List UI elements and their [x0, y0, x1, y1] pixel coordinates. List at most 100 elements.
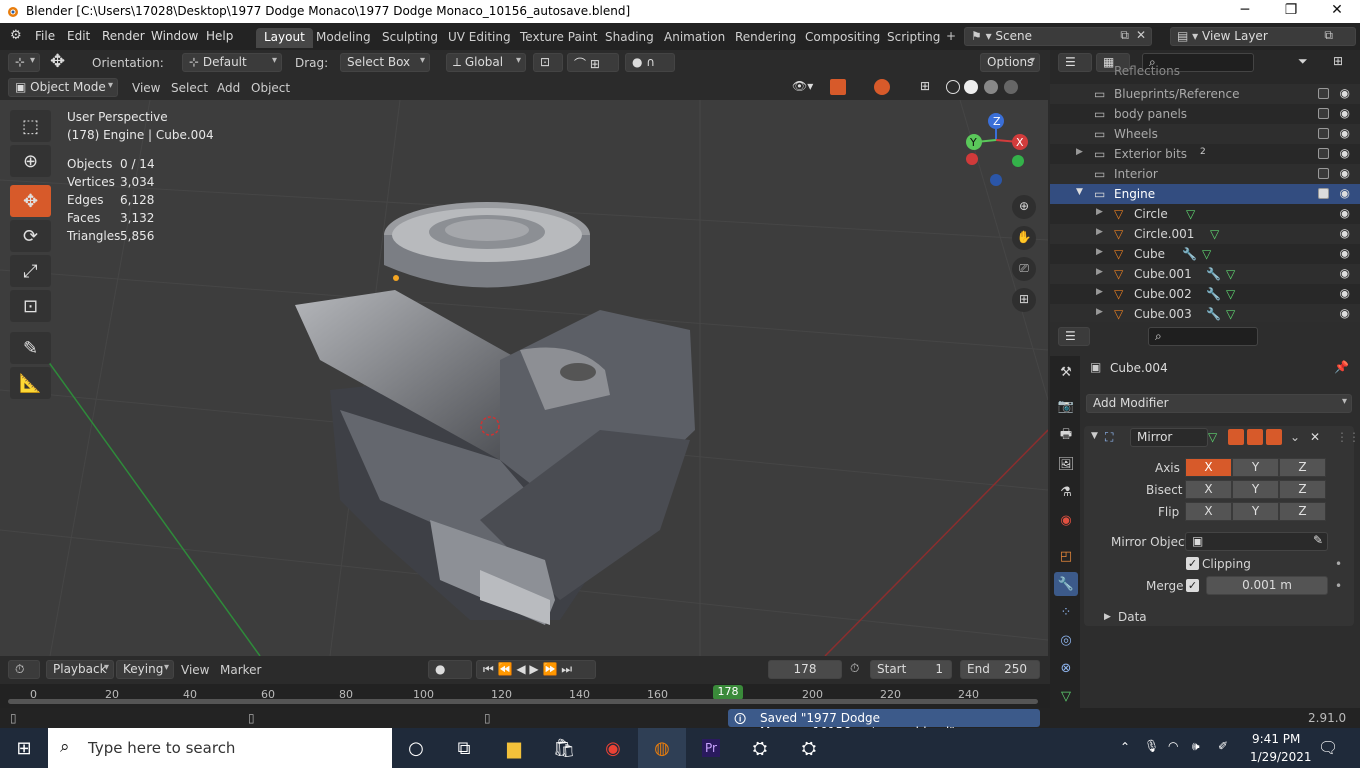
material-shading-icon[interactable] [984, 80, 998, 94]
maximize-button[interactable]: ❐ [1268, 0, 1314, 23]
data-tab-icon[interactable]: ▽ [1054, 684, 1078, 708]
properties-search-input[interactable]: ⌕ [1148, 327, 1258, 346]
zoom-icon[interactable]: ⊕ [1012, 195, 1036, 219]
visibility-checkbox[interactable] [1318, 148, 1329, 159]
modifier-tab-icon[interactable]: 🔧 [1054, 572, 1078, 596]
stopwatch-icon[interactable]: ⏱ [850, 661, 859, 676]
overlay-toggle-icon[interactable] [874, 79, 890, 95]
eye-icon[interactable]: ◉ [1340, 126, 1350, 140]
cursor-tool-icon[interactable]: ⊕ [10, 145, 51, 177]
viewport-menu-object[interactable]: Object [251, 81, 290, 95]
scale-tool-icon[interactable]: ⤢ [10, 255, 51, 287]
tab-sculpting[interactable]: Sculpting [374, 28, 446, 48]
current-frame-marker[interactable]: 178 [713, 685, 743, 700]
pen-icon[interactable]: ✐ [1218, 739, 1228, 753]
bisect-y-toggle[interactable]: Y [1232, 480, 1279, 499]
eye-icon[interactable]: ◉ [1340, 166, 1350, 180]
transform-tool-icon[interactable]: ⊡ [10, 290, 51, 322]
clipping-checkbox[interactable]: ✓ [1186, 557, 1199, 570]
visibility-checkbox[interactable] [1318, 168, 1329, 179]
outliner-row[interactable]: ▶ ▽ Cube 🔧 ▽ ◉ [1050, 244, 1360, 264]
merge-checkbox[interactable]: ✓ [1186, 579, 1199, 592]
gizmo-toggle-icon[interactable] [830, 79, 846, 95]
menu-window[interactable]: Window [151, 29, 198, 43]
outliner-row[interactable]: ▶ ▽ Circle ▽ ◉ [1050, 204, 1360, 224]
expand-arrow-icon[interactable]: ▶ [1096, 207, 1103, 217]
scene-tab-icon[interactable]: ⚗ [1054, 480, 1078, 504]
outliner-row[interactable]: ▶ ▽ Cube.001 🔧 ▽ ◉ [1050, 264, 1360, 284]
add-workspace-button[interactable]: + [946, 29, 956, 43]
measure-tool-icon[interactable]: 📐 [10, 367, 51, 399]
blender-taskbar-icon[interactable]: ◍ [638, 728, 686, 768]
eye-icon[interactable]: ◉ [1340, 286, 1350, 300]
pin-icon[interactable]: 📌 [1334, 360, 1349, 374]
outliner-row[interactable]: ▶ ▭ Exterior bits 2 ◉ [1050, 144, 1360, 164]
playback-buttons-icon[interactable]: ⏮ ⏪ ◀ ▶ ⏩ ⏭ [483, 662, 572, 676]
properties-editor-type-dropdown[interactable]: ☰ [1058, 327, 1090, 346]
expand-data-icon[interactable]: ▶ [1104, 612, 1111, 622]
chrome-icon[interactable]: ◉ [589, 728, 637, 768]
viewport-menu-select[interactable]: Select [171, 81, 208, 95]
cage-toggle-icon[interactable] [1228, 429, 1244, 445]
viewport-menu-view[interactable]: View [132, 81, 160, 95]
keyframe-dot-icon[interactable]: • [1335, 579, 1342, 593]
annotate-tool-icon[interactable]: ✎ [10, 332, 51, 364]
outliner-row[interactable]: ▶ ▽ Circle.001 ▽ ◉ [1050, 224, 1360, 244]
orientation-dropdown[interactable]: ⊹ Default ▾ [182, 53, 282, 72]
outliner-row[interactable]: ▭ Interior ◉ [1050, 164, 1360, 184]
view-layer-selector[interactable]: ▤ ▾ View Layer ⧉ [1170, 27, 1356, 46]
tray-chevron-icon[interactable]: ⌃ [1120, 740, 1130, 754]
eye-icon[interactable]: ◉ [1340, 226, 1350, 240]
physics-tab-icon[interactable]: ◎ [1054, 628, 1078, 652]
task-view-icon[interactable]: ⧉ [440, 728, 488, 768]
visibility-checkbox[interactable] [1318, 88, 1329, 99]
microphone-icon[interactable]: 🎙 [1144, 739, 1159, 753]
visibility-checkbox[interactable] [1318, 108, 1329, 119]
select-box-tool-icon[interactable]: ⬚ [10, 110, 51, 142]
grid-view-icon[interactable]: ⊞ [1012, 288, 1036, 312]
tab-scripting[interactable]: Scripting [879, 28, 948, 48]
current-frame-field[interactable]: 178 [768, 660, 842, 679]
steam-icon-2[interactable]: ⛭ [785, 728, 833, 768]
outliner-row[interactable]: Reflections [1050, 64, 1360, 78]
axis-y-toggle[interactable]: Y [1232, 458, 1279, 477]
eye-icon[interactable]: ◉ [1340, 106, 1350, 120]
premiere-icon[interactable]: Pr [687, 728, 735, 768]
remove-modifier-icon[interactable]: ✕ [1310, 430, 1320, 444]
eye-icon[interactable]: ◉ [1340, 86, 1350, 100]
collapse-modifier-icon[interactable]: ▼ [1091, 431, 1098, 441]
tool-mode-dropdown[interactable]: ⊹ ▾ [8, 53, 40, 72]
options-dropdown[interactable]: Options ▾ [980, 53, 1040, 72]
timeline-scrollbar[interactable] [8, 699, 1038, 704]
eye-icon[interactable]: ◉ [1340, 206, 1350, 220]
xray-icon[interactable]: ⊞ [920, 79, 930, 93]
new-view-layer-icon[interactable]: ⧉ [1324, 28, 1333, 43]
modifier-dropdown-icon[interactable]: ⌄ [1290, 430, 1300, 444]
expand-arrow-icon[interactable]: ▶ [1096, 247, 1103, 257]
pan-hand-icon[interactable]: ✋ [1012, 226, 1036, 250]
drag-handle-icon[interactable]: ⋮⋮ [1336, 430, 1360, 444]
blender-menu-icon[interactable]: ⚙ [10, 28, 22, 43]
store-icon[interactable]: 🛍 [540, 728, 588, 768]
eye-icon[interactable]: ◉ [1340, 266, 1350, 280]
menu-edit[interactable]: Edit [67, 29, 90, 43]
minimize-button[interactable]: ─ [1222, 0, 1268, 23]
tool-tab-icon[interactable]: ⚒ [1054, 360, 1078, 384]
taskbar-search-input[interactable]: ⌕ Type here to search [48, 728, 392, 768]
tab-uv-editing[interactable]: UV Editing [440, 28, 519, 48]
tab-shading[interactable]: Shading [597, 28, 662, 48]
render-toggle-icon[interactable] [1266, 429, 1282, 445]
eye-icon[interactable]: ◉ [1340, 306, 1350, 320]
view-layer-tab-icon[interactable]: 🖼 [1054, 452, 1078, 476]
merge-distance-field[interactable]: 0.001 m [1206, 576, 1328, 595]
viewport-toggle-icon[interactable] [1247, 429, 1263, 445]
edit-mode-toggle-icon[interactable]: ▽ [1208, 430, 1217, 444]
outliner-row[interactable]: ▶ ▽ Cube.003 🔧 ▽ ◉ [1050, 304, 1360, 322]
eye-icon[interactable]: ◉ [1340, 186, 1350, 200]
playback-menu[interactable]: Playback ▾ [46, 660, 114, 679]
outliner-row[interactable]: ▭ body panels ◉ [1050, 104, 1360, 124]
menu-help[interactable]: Help [206, 29, 233, 43]
transform-orientation-dropdown[interactable]: ⟂ Global ▾ [446, 53, 526, 72]
eye-icon[interactable]: ◉ [1340, 146, 1350, 160]
new-scene-icon[interactable]: ⧉ [1120, 28, 1129, 43]
